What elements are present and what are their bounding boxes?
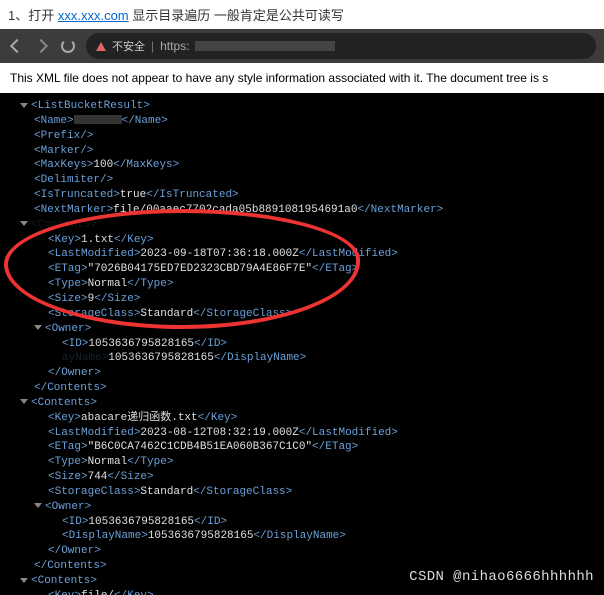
xml-contents[interactable]: <Contents>: [4, 218, 604, 233]
collapse-icon[interactable]: [20, 399, 28, 404]
xml-type: <Type>Normal</Type>: [4, 277, 604, 292]
back-button[interactable]: [8, 38, 24, 54]
xml-contents-close: </Contents>: [4, 559, 604, 574]
xml-contents-close: </Contents>: [4, 381, 604, 396]
xml-owner[interactable]: <Owner>: [4, 322, 604, 337]
forward-button[interactable]: [34, 38, 50, 54]
xml-delimiter: <Delimiter/>: [4, 173, 604, 188]
caption-suffix: 显示目录遍历 一般肯定是公共可读写: [129, 8, 344, 23]
xml-etag: <ETag>"7026B04175ED7ED2323CBD79A4E86F7E"…: [4, 262, 604, 277]
collapse-icon[interactable]: [20, 103, 28, 108]
xml-nextmarker: <NextMarker>file/00aaec7702cada05b889108…: [4, 203, 604, 218]
caption-link[interactable]: xxx.xxx.com: [58, 8, 129, 23]
xml-etag: <ETag>"B6C0CA7462C1CDB4B51EA060B367C1C0"…: [4, 440, 604, 455]
caption-prefix: 1、打开: [8, 8, 58, 23]
xml-root-open[interactable]: <ListBucketResult>: [4, 99, 604, 114]
xml-key: <Key>1.txt</Key>: [4, 233, 604, 248]
xml-contents[interactable]: <Contents>: [4, 574, 604, 589]
xml-owner[interactable]: <Owner>: [4, 500, 604, 515]
url-scheme: https:: [160, 39, 189, 53]
xml-contents[interactable]: <Contents>: [4, 396, 604, 411]
insecure-label: 不安全: [112, 38, 145, 54]
xml-owner-close: </Owner>: [4, 544, 604, 559]
redacted-name: [74, 115, 122, 124]
browser-toolbar: 不安全 | https:: [0, 29, 604, 63]
xml-type: <Type>Normal</Type>: [4, 455, 604, 470]
reload-button[interactable]: [60, 38, 76, 54]
xml-istruncated: <IsTruncated>true</IsTruncated>: [4, 188, 604, 203]
collapse-icon[interactable]: [34, 325, 42, 330]
xml-id: <ID>1053636795828165</ID>: [4, 515, 604, 530]
xml-marker: <Marker/>: [4, 144, 604, 159]
collapse-icon[interactable]: [34, 503, 42, 508]
xml-storageclass: <StorageClass>Standard</StorageClass>: [4, 485, 604, 500]
xml-size: <Size>9</Size>: [4, 292, 604, 307]
warning-icon: [96, 42, 106, 51]
xml-displayname: <DisplayName>1053636795828165</DisplayNa…: [4, 529, 604, 544]
xml-owner-close: </Owner>: [4, 366, 604, 381]
collapse-icon[interactable]: [20, 578, 28, 583]
url-redacted: [195, 41, 335, 51]
collapse-icon[interactable]: [20, 221, 28, 226]
xml-key: <Key>abacare递归函数.txt</Key>: [4, 411, 604, 426]
xml-id: <ID>1053636795828165</ID>: [4, 337, 604, 352]
xml-displayname: ayName>1053636795828165</DisplayName>: [4, 351, 604, 366]
xml-storageclass: <StorageClass>Standard</StorageClass>: [4, 307, 604, 322]
xml-prefix: <Prefix/>: [4, 129, 604, 144]
caption-line: 1、打开 xxx.xxx.com 显示目录遍历 一般肯定是公共可读写: [0, 0, 604, 29]
xml-size: <Size>744</Size>: [4, 470, 604, 485]
xml-maxkeys: <MaxKeys>100</MaxKeys>: [4, 158, 604, 173]
xml-lastmodified: <LastModified>2023-09-18T07:36:18.000Z</…: [4, 247, 604, 262]
xml-lastmodified: <LastModified>2023-08-12T08:32:19.000Z</…: [4, 426, 604, 441]
xml-style-banner: This XML file does not appear to have an…: [0, 63, 604, 93]
xml-name: <Name></Name>: [4, 114, 604, 129]
xml-key: <Key>file/</Key>: [4, 589, 604, 595]
address-bar[interactable]: 不安全 | https:: [86, 33, 596, 59]
xml-viewer: <ListBucketResult> <Name></Name> <Prefix…: [0, 93, 604, 595]
